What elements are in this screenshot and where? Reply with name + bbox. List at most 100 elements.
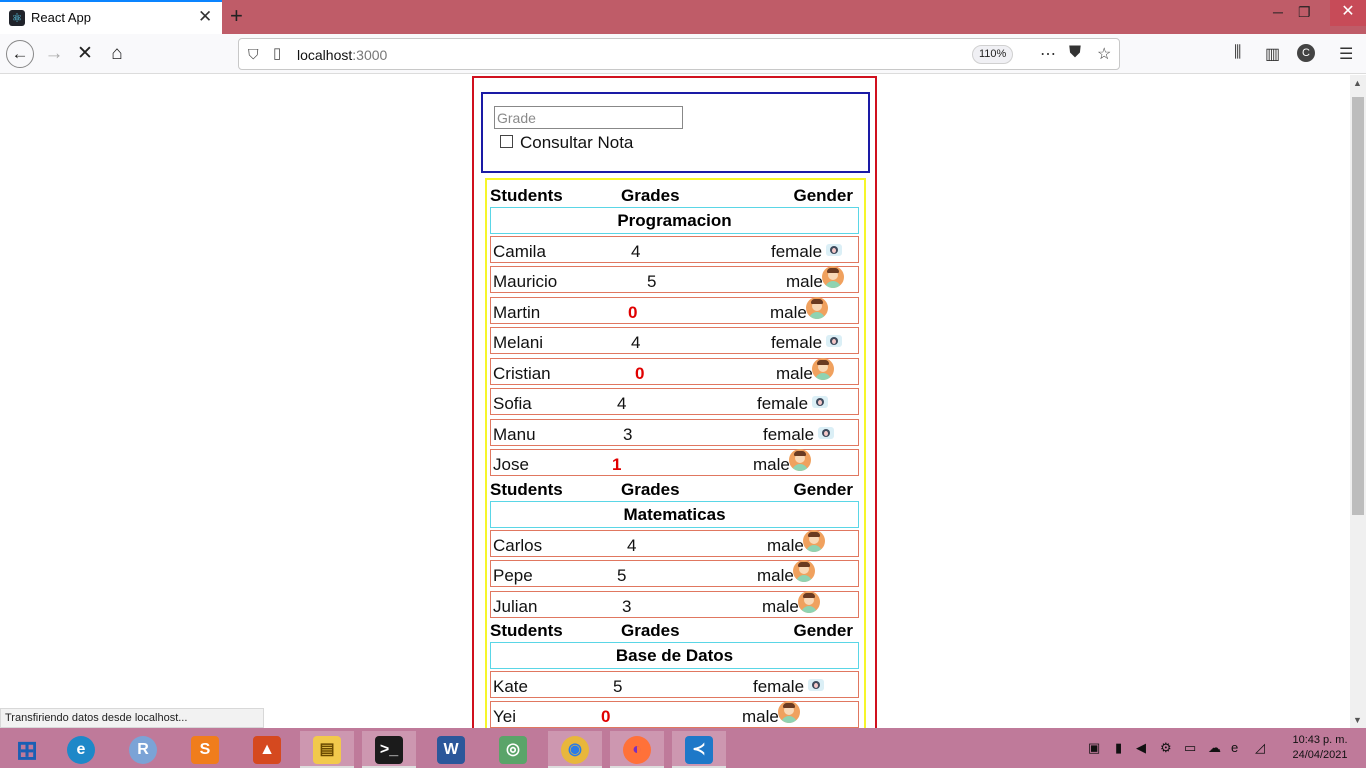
student-grade: 5 bbox=[647, 272, 657, 291]
bookmark-star-icon[interactable]: ☆ bbox=[1097, 44, 1111, 64]
url-text: localhost:3000 bbox=[297, 47, 388, 63]
file-explorer-icon: ▤ bbox=[313, 736, 341, 764]
male-avatar-icon bbox=[789, 449, 811, 471]
display-icon[interactable]: ▭ bbox=[1184, 740, 1196, 756]
student-name: Melani bbox=[493, 333, 544, 352]
student-gender: male bbox=[786, 272, 823, 291]
student-row: Carlos 4 male bbox=[490, 530, 859, 557]
navigation-toolbar: ← → ✕ ⌂ ⛉ ▯ localhost:3000 110% ⋯ ⛊ ☆ ⫼ … bbox=[0, 34, 1366, 74]
grade-filter-form: Consultar Nota bbox=[481, 92, 870, 173]
student-grade: 3 bbox=[622, 597, 632, 616]
page-viewport: Consultar Nota Students Grades Gender Progr… bbox=[0, 75, 1350, 728]
taskbar-matlab-button[interactable]: ▲ bbox=[240, 731, 294, 768]
scroll-thumb[interactable] bbox=[1352, 97, 1364, 515]
vertical-scrollbar[interactable]: ▲ ▼ bbox=[1350, 75, 1366, 728]
student-row: Melani 4 female bbox=[490, 327, 859, 354]
zoom-level-badge[interactable]: 110% bbox=[972, 45, 1014, 64]
taskbar-sublime-text-button[interactable]: S bbox=[178, 731, 232, 768]
student-name: Camila bbox=[493, 242, 546, 261]
react-favicon-icon: ⚛ bbox=[9, 10, 25, 26]
taskbar-firefox-button[interactable]: ◐ bbox=[610, 731, 664, 768]
student-grade: 5 bbox=[613, 677, 623, 696]
student-gender: female bbox=[753, 677, 805, 696]
library-icon[interactable]: ⫼ bbox=[1234, 44, 1241, 62]
scroll-up-icon[interactable]: ▲ bbox=[1353, 78, 1362, 88]
student-grade: 4 bbox=[631, 333, 641, 352]
onedrive-cloud-icon[interactable]: ☁ bbox=[1208, 740, 1221, 756]
taskbar-r-project-button[interactable]: R bbox=[116, 731, 170, 768]
page-actions-menu-icon[interactable]: ⋯ bbox=[1040, 44, 1056, 64]
sublime-text-icon: S bbox=[191, 736, 219, 764]
minimize-icon[interactable]: ─ bbox=[1273, 4, 1283, 20]
pocket-icon[interactable]: ⛊ bbox=[1069, 44, 1081, 62]
wifi-signal-icon[interactable]: ◿ bbox=[1255, 740, 1265, 756]
column-headers: Students Grades Gender bbox=[489, 183, 853, 207]
student-row: Jose 1 male bbox=[490, 449, 859, 476]
edge-icon: e bbox=[67, 736, 95, 764]
taskbar-file-explorer-button[interactable]: ▤ bbox=[300, 731, 354, 768]
subject-title: Programacion bbox=[490, 207, 859, 234]
header-students: Students bbox=[490, 480, 563, 499]
header-students: Students bbox=[490, 186, 563, 205]
forward-arrow-icon[interactable]: → bbox=[40, 40, 68, 68]
student-row: Sofia 4 female bbox=[490, 388, 859, 415]
column-headers: Students Grades Gender bbox=[489, 618, 853, 642]
student-row: Julian 3 male bbox=[490, 591, 859, 618]
student-gender: male bbox=[742, 707, 779, 726]
word-icon: W bbox=[437, 736, 465, 764]
student-grade: 4 bbox=[617, 394, 627, 413]
usb-icon[interactable]: ⚙ bbox=[1160, 740, 1172, 756]
student-gender: female bbox=[757, 394, 809, 413]
student-grade: 0 bbox=[635, 364, 645, 383]
taskbar-windows-start-button[interactable]: ⊞ bbox=[0, 731, 54, 768]
header-students: Students bbox=[490, 621, 563, 640]
hamburger-menu-icon[interactable]: ☰ bbox=[1339, 44, 1353, 64]
scroll-down-icon[interactable]: ▼ bbox=[1353, 715, 1362, 725]
female-avatar-icon bbox=[826, 335, 842, 347]
consultar-nota-checkbox[interactable] bbox=[500, 135, 513, 148]
student-grade: 5 bbox=[617, 566, 627, 585]
stop-loading-icon[interactable]: ✕ bbox=[71, 40, 99, 68]
maps-icon: ◎ bbox=[499, 736, 527, 764]
taskbar-edge-button[interactable]: e bbox=[54, 731, 108, 768]
tab-close-icon[interactable]: ✕ bbox=[198, 7, 212, 27]
taskbar-maps-button[interactable]: ◎ bbox=[486, 731, 540, 768]
taskbar-chrome-button[interactable]: ◉ bbox=[548, 731, 602, 768]
windows-start-icon: ⊞ bbox=[16, 735, 38, 765]
tab-react-app[interactable]: ⚛ React App ✕ bbox=[0, 0, 222, 34]
taskbar-word-button[interactable]: W bbox=[424, 731, 478, 768]
header-gender: Gender bbox=[793, 621, 853, 640]
header-gender: Gender bbox=[793, 480, 853, 499]
grade-input[interactable] bbox=[494, 106, 683, 129]
student-grade: 3 bbox=[623, 425, 633, 444]
edge-tray-icon[interactable]: e bbox=[1231, 740, 1238, 755]
volume-icon[interactable]: ◀ bbox=[1136, 740, 1146, 756]
student-gender: female bbox=[771, 242, 823, 261]
page-info-icon[interactable]: ▯ bbox=[273, 44, 281, 62]
account-avatar-icon[interactable]: C bbox=[1297, 44, 1315, 62]
back-arrow-icon[interactable]: ← bbox=[6, 40, 34, 68]
student-grade: 4 bbox=[627, 536, 637, 555]
notification-app-icon[interactable]: ▣ bbox=[1088, 740, 1100, 756]
app-container: Consultar Nota Students Grades Gender Progr… bbox=[472, 76, 877, 728]
tracking-protection-shield-icon[interactable]: ⛉ bbox=[248, 46, 259, 63]
male-avatar-icon bbox=[798, 591, 820, 613]
student-row: Cristian 0 male bbox=[490, 358, 859, 385]
home-icon[interactable]: ⌂ bbox=[103, 40, 131, 68]
windows-taskbar: ⊞ e R S ▲ ▤ >_ W ◎ ◉ ◐ ≺ ▣ ▮ ◀ ⚙ ▭ ☁ e ◿ 10:43 p. m… bbox=[0, 728, 1366, 768]
system-clock[interactable]: 10:43 p. m. 24/04/2021 bbox=[1280, 733, 1360, 763]
male-avatar-icon bbox=[806, 297, 828, 319]
student-name: Cristian bbox=[493, 364, 551, 383]
new-tab-button[interactable]: + bbox=[230, 3, 243, 29]
clock-date: 24/04/2021 bbox=[1292, 749, 1348, 761]
female-avatar-icon bbox=[818, 427, 834, 439]
student-name: Sofia bbox=[493, 394, 532, 413]
header-grades: Grades bbox=[621, 480, 680, 499]
battery-icon[interactable]: ▮ bbox=[1115, 740, 1122, 756]
restore-icon[interactable]: ❐ bbox=[1298, 4, 1311, 21]
taskbar-terminal-button[interactable]: >_ bbox=[362, 731, 416, 768]
address-bar[interactable]: ⛉ ▯ localhost:3000 110% ⋯ ⛊ ☆ bbox=[238, 38, 1120, 70]
sidebar-toggle-icon[interactable]: ▥ bbox=[1265, 44, 1280, 64]
window-close-icon[interactable]: ✕ bbox=[1330, 0, 1366, 26]
taskbar-vscode-button[interactable]: ≺ bbox=[672, 731, 726, 768]
